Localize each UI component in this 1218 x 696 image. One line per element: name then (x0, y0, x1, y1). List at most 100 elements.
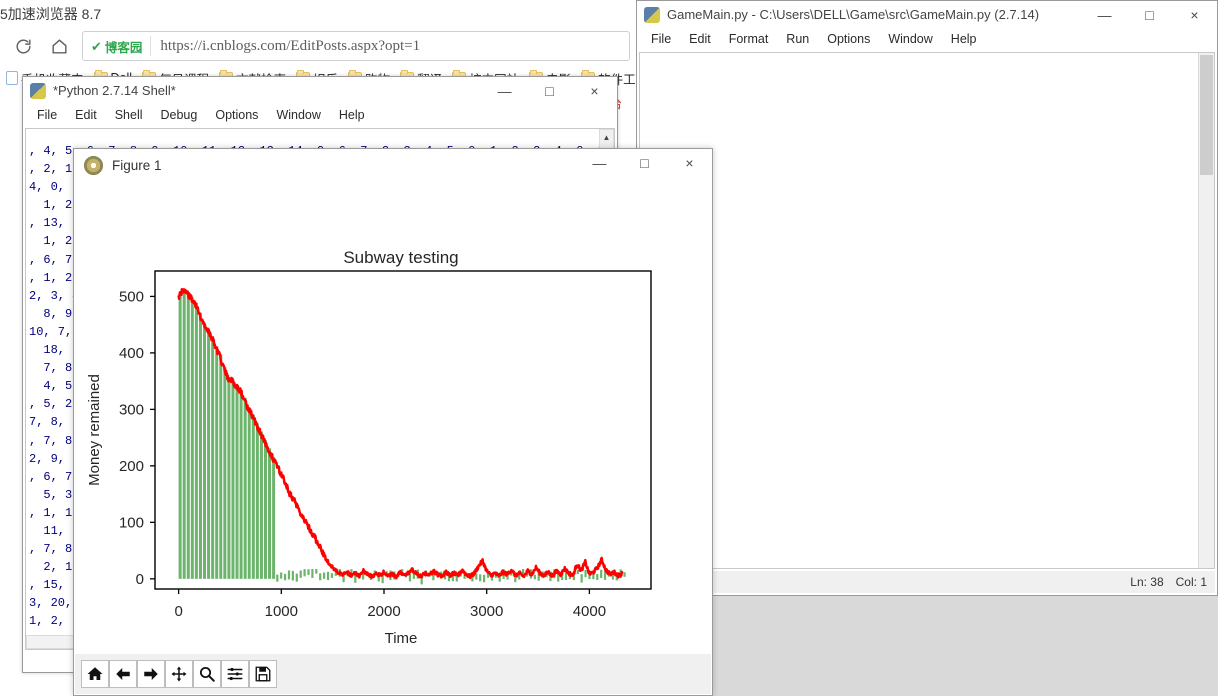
minimize-button[interactable]: — (1082, 1, 1127, 28)
matplotlib-icon (84, 155, 103, 175)
y-tick-label: 0 (136, 571, 144, 588)
chart-bar (227, 377, 231, 579)
figure-window-title: Figure 1 (112, 157, 162, 173)
chart-bar (295, 573, 298, 582)
shield-check-icon: ✔ (91, 38, 102, 54)
chart-bar (215, 346, 219, 579)
forward-arrow-icon[interactable] (137, 660, 165, 688)
url-text[interactable]: https://i.cnblogs.com/EditPosts.aspx?opt… (151, 38, 420, 55)
chart-bar (291, 570, 294, 581)
menu-format[interactable]: Format (720, 30, 778, 48)
menu-options[interactable]: Options (206, 106, 267, 124)
scrollbar-thumb[interactable] (1200, 55, 1213, 175)
editor-window-title: GameMain.py - C:\Users\DELL\Game\src\Gam… (667, 7, 1040, 22)
editor-window-controls: — □ × (1082, 1, 1217, 28)
chart-bar (283, 573, 287, 581)
minimize-button[interactable]: — (577, 149, 622, 176)
python-icon (644, 6, 660, 23)
configure-subplots-icon[interactable] (221, 660, 249, 688)
chart-bar (243, 397, 247, 579)
chart-bar (235, 385, 239, 579)
maximize-button[interactable]: □ (622, 149, 667, 176)
chart-bar (299, 570, 302, 578)
menu-window[interactable]: Window (267, 106, 329, 124)
chart-bar (311, 569, 314, 578)
chart-bar (303, 569, 306, 577)
menu-debug[interactable]: Debug (152, 106, 207, 124)
chart-bar (483, 574, 486, 583)
chart-bar (259, 431, 263, 579)
menu-window[interactable]: Window (879, 30, 941, 48)
save-disk-icon[interactable] (249, 660, 277, 688)
y-axis-label: Money remained (86, 374, 103, 486)
site-name-label: 博客园 (104, 40, 143, 55)
chart-bar (287, 570, 291, 580)
site-security-badge: ✔ 博客园 (85, 36, 152, 56)
maximize-button[interactable]: □ (1127, 1, 1172, 28)
chart-bar (203, 322, 207, 579)
menu-file[interactable]: File (642, 30, 680, 48)
close-button[interactable]: × (667, 149, 712, 176)
chart-bar (251, 414, 255, 579)
chart-bar (198, 312, 202, 579)
minimize-button[interactable]: — (482, 77, 527, 104)
chart-bar (276, 574, 279, 582)
browser-window-title: 5加速浏览器 8.7 (0, 6, 102, 22)
chart-bar (268, 448, 272, 579)
chart-bar (564, 573, 568, 580)
chart-bar (239, 390, 243, 579)
chart-bar (263, 440, 267, 579)
x-tick-label: 3000 (470, 603, 503, 620)
figure-titlebar: Figure 1 — □ × (74, 149, 712, 181)
scroll-up-arrow-icon[interactable]: ▲ (600, 130, 613, 145)
chart-bar (223, 367, 227, 579)
browser-titlebar: 5加速浏览器 8.7 (0, 0, 638, 26)
home-icon[interactable] (44, 31, 74, 61)
chart-bar (479, 574, 482, 582)
python-icon (30, 82, 46, 99)
close-button[interactable]: × (1172, 1, 1217, 28)
menu-edit[interactable]: Edit (66, 106, 106, 124)
close-button[interactable]: × (572, 77, 617, 104)
menu-help[interactable]: Help (942, 30, 986, 48)
chart-bar (584, 570, 587, 578)
chart-bar (323, 572, 326, 579)
chart-bar (596, 573, 599, 580)
chart-bar (211, 336, 215, 579)
chart-bar (533, 574, 536, 580)
chart-bar (182, 289, 186, 579)
chart-bar (307, 569, 310, 576)
menu-help[interactable]: Help (330, 106, 374, 124)
figure-canvas[interactable]: Subway testing 0 1000 2000 3000 4000 0 100 200… (75, 181, 712, 655)
chart-bar (272, 456, 276, 579)
chart-bar (623, 572, 626, 577)
menu-file[interactable]: File (28, 106, 66, 124)
chart-bar (231, 379, 235, 579)
chart-bar (315, 569, 318, 574)
editor-text-area[interactable] (639, 52, 1215, 569)
x-tick-label: 1000 (265, 603, 298, 620)
editor-vertical-scrollbar[interactable] (1198, 53, 1214, 568)
chart-bar (330, 573, 334, 578)
zoom-magnifier-icon[interactable] (193, 660, 221, 688)
chart-bar (580, 574, 583, 583)
menu-options[interactable]: Options (818, 30, 879, 48)
shell-titlebar: *Python 2.7.14 Shell* — □ × (23, 77, 617, 104)
menu-run[interactable]: Run (777, 30, 818, 48)
status-column-number: Col: 1 (1175, 575, 1207, 589)
y-tick-label: 200 (119, 458, 144, 475)
home-icon[interactable] (81, 660, 109, 688)
reload-icon[interactable] (8, 31, 38, 61)
x-tick-label: 2000 (367, 603, 400, 620)
chart-bar (186, 293, 190, 579)
maximize-button[interactable]: □ (527, 77, 572, 104)
chart-bar (280, 572, 283, 579)
editor-titlebar: GameMain.py - C:\Users\DELL\Game\src\Gam… (637, 1, 1217, 28)
menu-shell[interactable]: Shell (106, 106, 152, 124)
menu-edit[interactable]: Edit (680, 30, 720, 48)
back-arrow-icon[interactable] (109, 660, 137, 688)
address-bar[interactable]: ✔ 博客园 https://i.cnblogs.com/EditPosts.as… (82, 31, 630, 61)
chart-bar (319, 573, 322, 581)
figure-window-controls: — □ × (577, 149, 712, 176)
pan-move-icon[interactable] (165, 660, 193, 688)
